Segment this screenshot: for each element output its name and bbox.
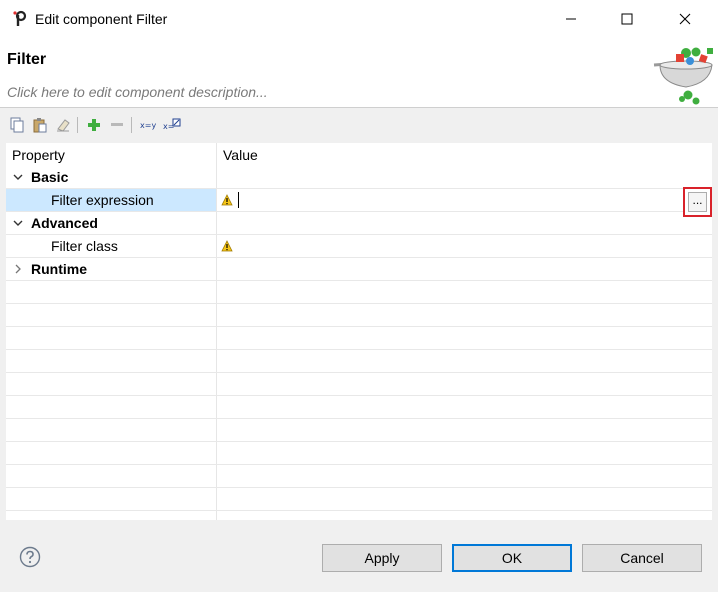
property-label: Filter class: [51, 238, 118, 254]
group-row-runtime[interactable]: Runtime: [6, 258, 712, 281]
assign-button[interactable]: x=y: [139, 116, 159, 134]
property-grid: Property Value Basic Filter expression A…: [6, 143, 712, 520]
close-button[interactable]: [662, 0, 708, 38]
group-label: Runtime: [31, 261, 87, 277]
maximize-icon: [621, 13, 633, 25]
minimize-icon: [566, 18, 576, 20]
property-cell: Basic: [6, 166, 216, 188]
group-row-basic[interactable]: Basic: [6, 166, 712, 189]
empty-row: [6, 465, 712, 488]
property-row-filter-expression[interactable]: Filter expression: [6, 189, 712, 212]
apply-button[interactable]: Apply: [322, 544, 442, 572]
value-column-header[interactable]: Value: [223, 147, 258, 163]
empty-row: [6, 396, 712, 419]
property-toolbar: x=y x=: [0, 109, 718, 141]
close-icon: [679, 13, 691, 25]
property-column-header[interactable]: Property: [12, 147, 65, 163]
clear-button[interactable]: [54, 116, 72, 134]
paste-button[interactable]: [31, 116, 49, 134]
ok-button[interactable]: OK: [452, 544, 572, 572]
remove-button[interactable]: [108, 116, 126, 134]
chevron-down-icon[interactable]: [12, 171, 24, 183]
empty-row: [6, 488, 712, 511]
minimize-button[interactable]: [548, 0, 594, 38]
warning-icon: [221, 240, 233, 252]
empty-row: [6, 281, 712, 304]
empty-row: [6, 419, 712, 442]
group-label: Advanced: [31, 215, 98, 231]
title-bar: Edit component Filter: [0, 0, 718, 38]
component-title: Filter: [7, 51, 47, 68]
empty-row: [6, 442, 712, 465]
grid-header: Property Value: [6, 143, 712, 166]
component-header: Filter Click here to edit component desc…: [0, 38, 718, 108]
filter-expression-input[interactable]: [217, 189, 712, 211]
filter-component-icon: [653, 47, 713, 105]
edit-expression-button[interactable]: ...: [683, 187, 712, 217]
empty-row: [6, 350, 712, 373]
paste-icon: [33, 118, 47, 133]
warning-icon: [221, 194, 233, 206]
component-description[interactable]: Click here to edit component description…: [7, 84, 268, 100]
property-cell: Runtime: [6, 258, 216, 280]
svg-text:x=y: x=y: [140, 121, 156, 130]
clear-icon: [57, 119, 70, 132]
property-cell: Filter class: [6, 235, 216, 257]
toolbar-separator: [77, 117, 78, 133]
group-row-advanced[interactable]: Advanced: [6, 212, 712, 235]
cancel-button[interactable]: Cancel: [582, 544, 702, 572]
talend-icon: [13, 10, 27, 26]
empty-row: [6, 327, 712, 350]
text-caret: [238, 192, 239, 208]
expression-button[interactable]: x=: [162, 116, 182, 134]
toolbar-separator: [131, 117, 132, 133]
add-button[interactable]: [85, 116, 103, 134]
edit-expression-button-label: ...: [688, 192, 707, 212]
property-cell: Advanced: [6, 212, 216, 234]
property-label: Filter expression: [51, 192, 154, 208]
copy-button[interactable]: [8, 116, 26, 134]
remove-icon: [111, 123, 123, 126]
expression-icon: x=: [163, 118, 181, 131]
copy-icon: [10, 117, 24, 133]
chevron-right-icon[interactable]: [12, 263, 24, 275]
help-icon[interactable]: [19, 546, 41, 568]
chevron-down-icon[interactable]: [12, 217, 24, 229]
property-cell: Filter expression: [6, 189, 216, 211]
window-title: Edit component Filter: [35, 11, 168, 27]
group-label: Basic: [31, 169, 69, 185]
empty-row: [6, 373, 712, 396]
add-icon: [88, 119, 100, 131]
maximize-button[interactable]: [604, 0, 650, 38]
property-row-filter-class[interactable]: Filter class: [6, 235, 712, 258]
empty-row: [6, 304, 712, 327]
assign-icon: x=y: [140, 121, 156, 130]
filter-class-value[interactable]: [217, 235, 712, 257]
